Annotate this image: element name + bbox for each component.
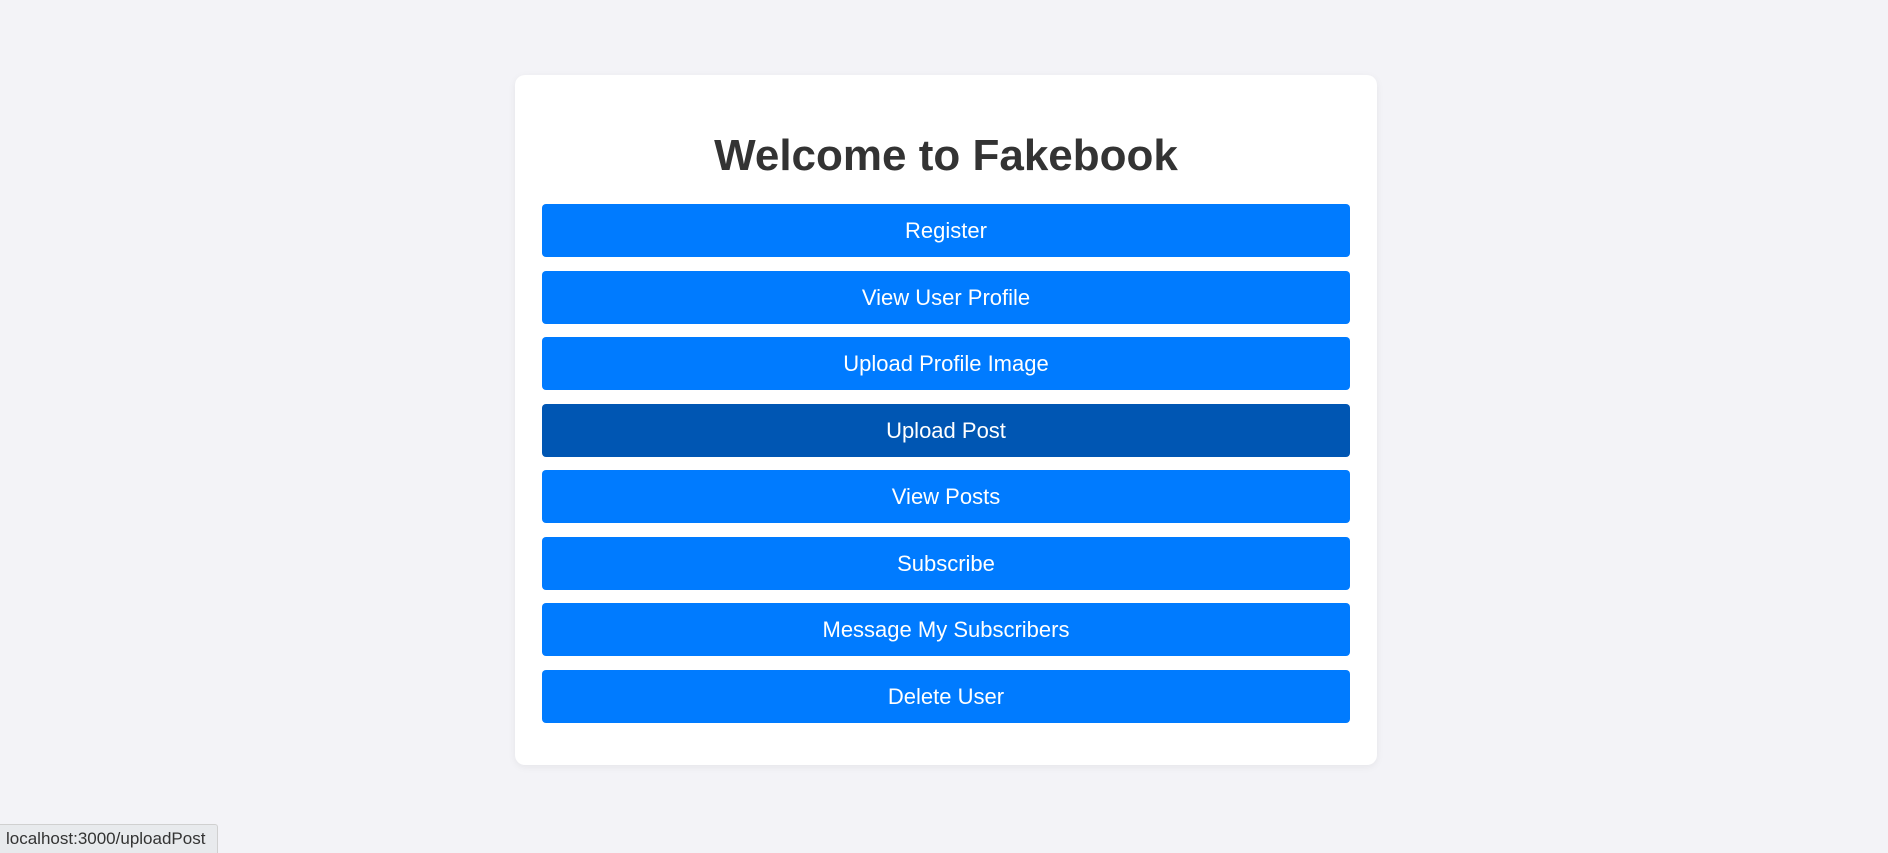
main-card: Welcome to Fakebook Register View User P… bbox=[515, 75, 1377, 765]
subscribe-button[interactable]: Subscribe bbox=[542, 536, 1350, 590]
message-subscribers-button[interactable]: Message My Subscribers bbox=[542, 603, 1350, 656]
register-button[interactable]: Register bbox=[542, 204, 1350, 257]
upload-profile-image-button[interactable]: Upload Profile Image bbox=[542, 337, 1350, 390]
upload-post-button[interactable]: Upload Post bbox=[542, 403, 1350, 457]
page-title: Welcome to Fakebook bbox=[714, 131, 1178, 180]
delete-user-button[interactable]: Delete User bbox=[542, 669, 1350, 723]
status-bar-url: localhost:3000/uploadPost bbox=[0, 824, 219, 853]
action-buttons: Register View User Profile Upload Profil… bbox=[542, 204, 1350, 723]
view-user-profile-button[interactable]: View User Profile bbox=[542, 270, 1350, 324]
view-posts-button[interactable]: View Posts bbox=[542, 470, 1350, 523]
